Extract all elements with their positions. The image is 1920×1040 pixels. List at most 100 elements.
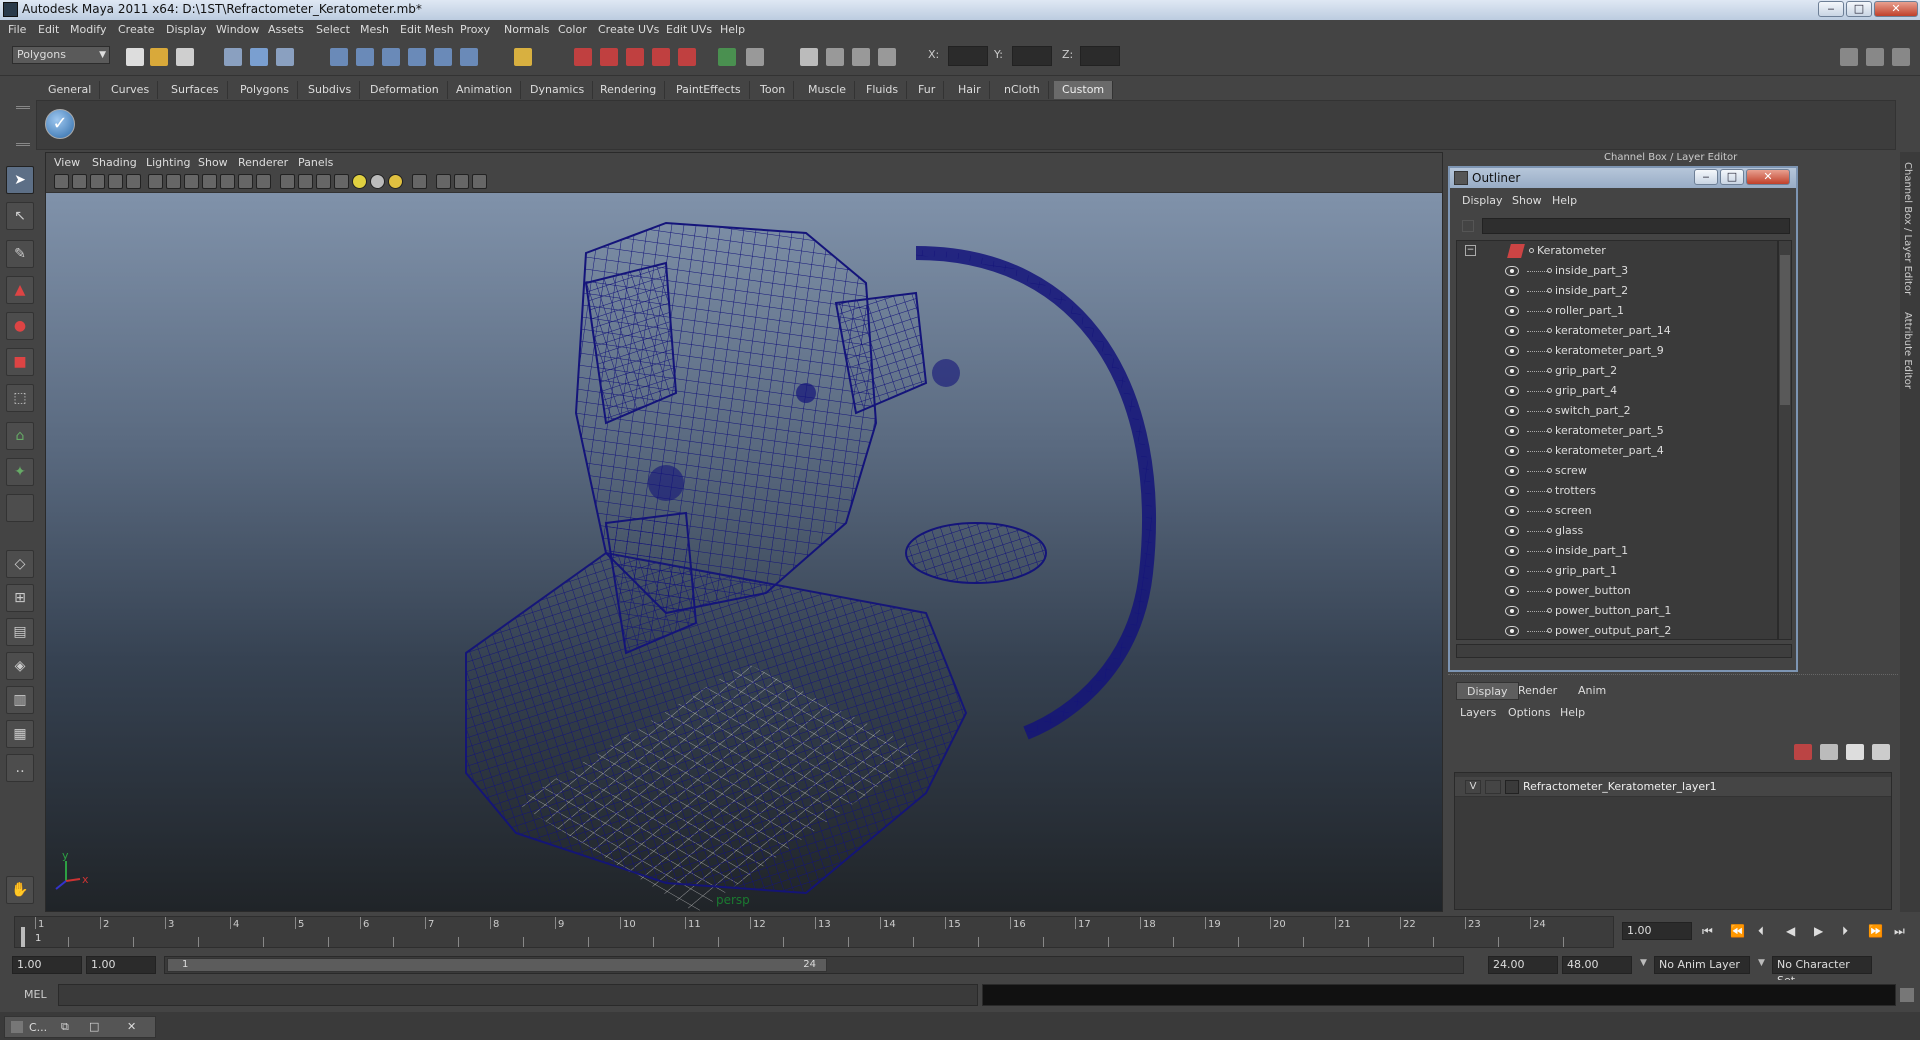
outliner-filter-field[interactable]: [1482, 218, 1790, 234]
bookmark-icon[interactable]: [90, 174, 105, 189]
layer-add-icon[interactable]: [1872, 744, 1890, 760]
outliner-item[interactable]: power_button_part_1: [1457, 601, 1777, 621]
outliner-item[interactable]: trotters: [1457, 481, 1777, 501]
outliner-item[interactable]: grip_part_2: [1457, 361, 1777, 381]
menu-help[interactable]: Help: [720, 23, 745, 36]
shelf-tab-polygons[interactable]: Polygons: [232, 81, 298, 99]
visibility-eye-icon[interactable]: [1505, 406, 1519, 416]
tool-settings-icon[interactable]: [826, 48, 844, 66]
menu-edit-mesh[interactable]: Edit Mesh: [400, 23, 454, 36]
layer-playback-toggle[interactable]: [1485, 780, 1501, 794]
select-component-icon[interactable]: [276, 48, 294, 66]
attribute-editor-icon[interactable]: [800, 48, 818, 66]
move-tool-icon[interactable]: ▲: [6, 276, 34, 304]
shelf-tab-subdivs[interactable]: Subdivs: [300, 81, 361, 99]
anim-end-field[interactable]: 24.00: [1488, 956, 1558, 974]
outliner-close-button[interactable]: ✕: [1746, 169, 1790, 185]
menu-assets[interactable]: Assets: [268, 23, 304, 36]
step-back-key-icon[interactable]: ⏴: [1758, 924, 1764, 939]
layer-row[interactable]: V Refractometer_Keratometer_layer1: [1455, 777, 1891, 797]
channel-box-icon[interactable]: [852, 48, 870, 66]
vp-menu-renderer[interactable]: Renderer: [238, 156, 288, 169]
outliner-scroll-thumb[interactable]: [1780, 255, 1790, 405]
outliner-item[interactable]: keratometer_part_14: [1457, 321, 1777, 341]
anim-layer-arrow-icon[interactable]: ▼: [1640, 958, 1647, 968]
outliner-item[interactable]: keratometer_part_4: [1457, 441, 1777, 461]
outliner-item[interactable]: grip_part_4: [1457, 381, 1777, 401]
visibility-eye-icon[interactable]: [1505, 366, 1519, 376]
vp-menu-show[interactable]: Show: [198, 156, 228, 169]
playhead-marker[interactable]: [21, 927, 25, 947]
z-field[interactable]: [1080, 46, 1120, 66]
shelf-tab-curves[interactable]: Curves: [103, 81, 159, 99]
vp-menu-view[interactable]: View: [54, 156, 80, 169]
visibility-eye-icon[interactable]: [1505, 506, 1519, 516]
paint-select-tool-icon[interactable]: ✎: [6, 240, 34, 268]
menu-window[interactable]: Window: [216, 23, 259, 36]
outliner-item[interactable]: grip_part_1: [1457, 561, 1777, 581]
visibility-eye-icon[interactable]: [1505, 286, 1519, 296]
layer-menu-help[interactable]: Help: [1560, 706, 1585, 719]
current-frame-field[interactable]: 1.00: [1622, 922, 1692, 940]
lasso-tool-icon[interactable]: ↖: [6, 202, 34, 230]
outliner-root-row[interactable]: − Keratometer: [1457, 241, 1777, 261]
char-set-arrow-icon[interactable]: ▼: [1758, 958, 1765, 968]
snap-grid-icon[interactable]: [330, 48, 348, 66]
shelf-tab-custom[interactable]: Custom: [1054, 81, 1114, 99]
layer-menu-options[interactable]: Options: [1508, 706, 1550, 719]
xray-joints-icon[interactable]: [454, 174, 469, 189]
collapse-icon[interactable]: −: [1465, 245, 1476, 256]
panel-layout-icon[interactable]: [1866, 48, 1884, 66]
hud-icon[interactable]: [472, 174, 487, 189]
snap-point-icon[interactable]: [382, 48, 400, 66]
shelf-tab-painteffects[interactable]: PaintEffects: [668, 81, 750, 99]
select-object-icon[interactable]: [250, 48, 268, 66]
menu-create[interactable]: Create: [118, 23, 155, 36]
anim-start-field[interactable]: 1.00: [86, 956, 156, 974]
visibility-eye-icon[interactable]: [1505, 326, 1519, 336]
lock-icon[interactable]: [514, 48, 532, 66]
minimized-window[interactable]: C... ⧉ □ ✕: [4, 1016, 156, 1038]
four-view-layout-icon[interactable]: ⊞: [6, 584, 34, 612]
visibility-eye-icon[interactable]: [1505, 266, 1519, 276]
vp-menu-panels[interactable]: Panels: [298, 156, 333, 169]
layer-color-swatch[interactable]: [1505, 780, 1519, 794]
side-tab-channel-box[interactable]: Channel Box / Layer Editor: [1902, 162, 1913, 295]
new-layer-selected-icon[interactable]: [1846, 744, 1864, 760]
image-plane-icon[interactable]: [108, 174, 123, 189]
safe-title-icon[interactable]: [256, 174, 271, 189]
visibility-eye-icon[interactable]: [1505, 606, 1519, 616]
ipr-render-icon[interactable]: [600, 48, 618, 66]
shadows-icon[interactable]: [388, 174, 403, 189]
outliner-item[interactable]: inside_part_2: [1457, 281, 1777, 301]
visibility-eye-icon[interactable]: [1505, 466, 1519, 476]
new-scene-icon[interactable]: [126, 48, 144, 66]
default-light-icon[interactable]: [352, 174, 367, 189]
select-hierarchy-icon[interactable]: [224, 48, 242, 66]
render-settings-icon[interactable]: [626, 48, 644, 66]
paint-brush-icon[interactable]: ✋: [6, 876, 34, 904]
visibility-eye-icon[interactable]: [1505, 566, 1519, 576]
smooth-shade-icon[interactable]: [298, 174, 313, 189]
visibility-eye-icon[interactable]: [1505, 386, 1519, 396]
show-manipulator-icon[interactable]: ✦: [6, 458, 34, 486]
outliner-item[interactable]: keratometer_part_9: [1457, 341, 1777, 361]
outliner-menu-display[interactable]: Display: [1462, 194, 1503, 207]
outliner-item[interactable]: glass: [1457, 521, 1777, 541]
textured-icon[interactable]: [334, 174, 349, 189]
menu-proxy[interactable]: Proxy: [460, 23, 490, 36]
outliner-horizontal-scrollbar[interactable]: [1456, 644, 1792, 658]
layer-editor-icon[interactable]: [878, 48, 896, 66]
shelf-tab-hair[interactable]: Hair: [950, 81, 990, 99]
toggle-panel-icon[interactable]: [1892, 48, 1910, 66]
gate-mask-icon[interactable]: [202, 174, 217, 189]
outliner-vertical-scrollbar[interactable]: [1778, 240, 1792, 640]
range-track[interactable]: 1 24: [164, 956, 1464, 974]
script-editor-icon[interactable]: [1900, 988, 1914, 1002]
menu-edit-uvs[interactable]: Edit UVs: [666, 23, 712, 36]
outliner-item[interactable]: inside_part_1: [1457, 541, 1777, 561]
menu-color[interactable]: Color: [558, 23, 587, 36]
select-tool-icon[interactable]: ➤: [6, 166, 34, 194]
step-forward-frame-icon[interactable]: ⏩: [1868, 924, 1883, 938]
menu-normals[interactable]: Normals: [504, 23, 550, 36]
